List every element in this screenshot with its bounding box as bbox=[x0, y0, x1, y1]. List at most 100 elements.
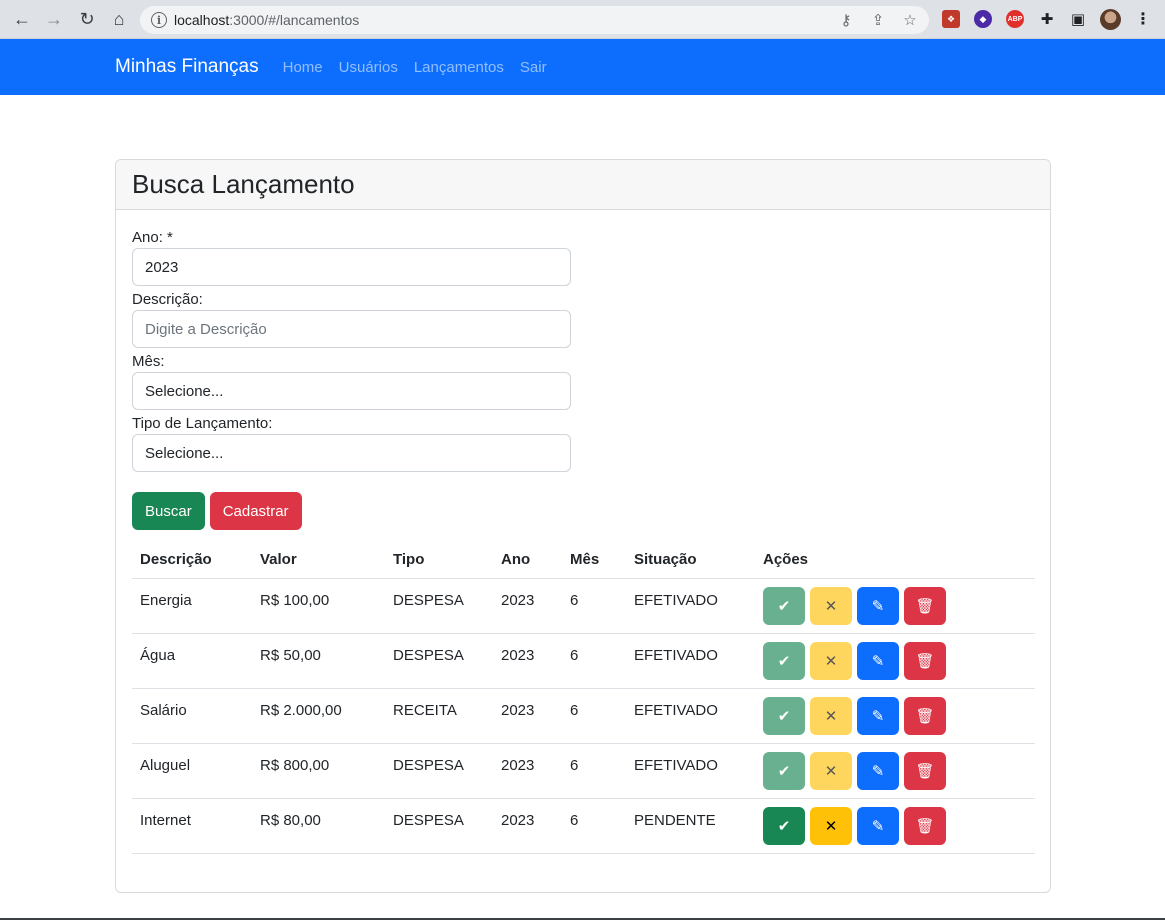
nav-lancamentos[interactable]: Lançamentos bbox=[414, 59, 504, 76]
star-icon[interactable]: ☆ bbox=[901, 11, 919, 29]
cell-descricao: Água bbox=[132, 633, 252, 689]
url-text: localhost:3000/#/lancamentos bbox=[174, 12, 360, 28]
delete-trash-icon[interactable]: 🗑 bbox=[904, 696, 946, 735]
cell-tipo: DESPESA bbox=[385, 798, 493, 854]
th-valor: Valor bbox=[252, 541, 385, 579]
delete-trash-icon[interactable]: 🗑 bbox=[904, 586, 946, 625]
nav-sair[interactable]: Sair bbox=[520, 59, 547, 76]
key-icon[interactable]: ⚷ bbox=[837, 11, 855, 29]
row-actions: ✔ ✕ ✎ 🗑 bbox=[763, 751, 946, 790]
profile-avatar[interactable] bbox=[1100, 9, 1121, 30]
th-descricao: Descrição bbox=[132, 541, 252, 579]
row-actions: ✔ ✕ ✎ 🗑 bbox=[763, 696, 946, 735]
tipo-group: Tipo de Lançamento: Selecione... bbox=[132, 414, 1034, 472]
extension-badge-icon[interactable]: ◆ bbox=[974, 10, 992, 28]
mes-select-value: Selecione... bbox=[145, 382, 224, 400]
cell-mes: 6 bbox=[562, 578, 626, 634]
cell-descricao: Salário bbox=[132, 688, 252, 744]
cancelar-x-icon[interactable]: ✕ bbox=[810, 641, 852, 680]
mes-label: Mês: bbox=[132, 353, 165, 370]
edit-pencil-icon[interactable]: ✎ bbox=[857, 586, 899, 625]
card-header: Busca Lançamento bbox=[116, 160, 1050, 210]
extension-icon[interactable]: ❖ bbox=[942, 10, 960, 28]
cell-valor: R$ 80,00 bbox=[252, 798, 385, 854]
mes-group: Mês: Selecione... bbox=[132, 352, 1034, 410]
th-tipo: Tipo bbox=[385, 541, 493, 579]
descricao-input[interactable] bbox=[132, 310, 571, 348]
buscar-button[interactable]: Buscar bbox=[132, 492, 205, 530]
row-actions: ✔ ✕ ✎ 🗑 bbox=[763, 641, 946, 680]
nav-usuarios[interactable]: Usuários bbox=[339, 59, 398, 76]
cell-ano: 2023 bbox=[493, 578, 562, 634]
tipo-label: Tipo de Lançamento: bbox=[132, 415, 273, 432]
cell-valor: R$ 50,00 bbox=[252, 633, 385, 689]
home-icon[interactable]: ⌂ bbox=[108, 8, 130, 30]
cell-situacao: EFETIVADO bbox=[626, 578, 755, 634]
cancelar-x-icon[interactable]: ✕ bbox=[810, 751, 852, 790]
brand[interactable]: Minhas Finanças bbox=[115, 56, 259, 78]
cell-mes: 6 bbox=[562, 798, 626, 854]
forward-arrow-icon[interactable]: → bbox=[43, 8, 65, 30]
cancelar-x-icon[interactable]: ✕ bbox=[810, 806, 852, 845]
cell-mes: 6 bbox=[562, 688, 626, 744]
extensions-puzzle-icon[interactable]: ✚ bbox=[1038, 10, 1056, 28]
reload-icon[interactable]: ↻ bbox=[76, 8, 98, 30]
card-title: Busca Lançamento bbox=[132, 169, 355, 199]
table-row: Internet R$ 80,00 DESPESA 2023 6 PENDENTE ✔ ✕ ✎ 🗑 bbox=[132, 798, 1035, 854]
tipo-select-value: Selecione... bbox=[145, 444, 224, 462]
share-icon[interactable]: ⇪ bbox=[869, 11, 887, 29]
cell-situacao: EFETIVADO bbox=[626, 633, 755, 689]
edit-pencil-icon[interactable]: ✎ bbox=[857, 751, 899, 790]
cell-tipo: DESPESA bbox=[385, 578, 493, 634]
nav-links: Home Usuários Lançamentos Sair bbox=[283, 59, 547, 76]
row-actions: ✔ ✕ ✎ 🗑 bbox=[763, 806, 946, 845]
delete-trash-icon[interactable]: 🗑 bbox=[904, 751, 946, 790]
ano-label: Ano: * bbox=[132, 229, 173, 246]
browser-toolbar: ← → ↻ ⌂ i localhost:3000/#/lancamentos ⚷… bbox=[0, 0, 1165, 39]
cell-acoes: ✔ ✕ ✎ 🗑 bbox=[755, 633, 1035, 689]
cancelar-x-icon[interactable]: ✕ bbox=[810, 696, 852, 735]
menu-kebab-icon[interactable]: ⋮ bbox=[1134, 10, 1152, 28]
efetivar-check-icon[interactable]: ✔ bbox=[763, 696, 805, 735]
delete-trash-icon[interactable]: 🗑 bbox=[904, 806, 946, 845]
th-ano: Ano bbox=[493, 541, 562, 579]
efetivar-check-icon[interactable]: ✔ bbox=[763, 586, 805, 625]
table-header-row: Descrição Valor Tipo Ano Mês Situação Aç… bbox=[132, 541, 1035, 579]
cell-ano: 2023 bbox=[493, 798, 562, 854]
cell-tipo: DESPESA bbox=[385, 633, 493, 689]
site-info-icon[interactable]: i bbox=[151, 12, 167, 28]
cell-acoes: ✔ ✕ ✎ 🗑 bbox=[755, 743, 1035, 799]
efetivar-check-icon[interactable]: ✔ bbox=[763, 751, 805, 790]
adblock-icon[interactable]: ABP bbox=[1006, 10, 1024, 28]
cell-mes: 6 bbox=[562, 633, 626, 689]
efetivar-check-icon[interactable]: ✔ bbox=[763, 806, 805, 845]
delete-trash-icon[interactable]: 🗑 bbox=[904, 641, 946, 680]
sidebar-icon[interactable]: ▣ bbox=[1069, 10, 1087, 28]
ano-input[interactable] bbox=[132, 248, 571, 286]
cadastrar-button[interactable]: Cadastrar bbox=[209, 492, 302, 530]
table-row: Energia R$ 100,00 DESPESA 2023 6 EFETIVADO ✔ ✕ ✎… bbox=[132, 578, 1035, 634]
table-row: Aluguel R$ 800,00 DESPESA 2023 6 EFETIVADO ✔ ✕ ✎… bbox=[132, 743, 1035, 799]
back-arrow-icon[interactable]: ← bbox=[11, 8, 33, 30]
form-buttons: Buscar Cadastrar bbox=[132, 492, 1034, 530]
cell-acoes: ✔ ✕ ✎ 🗑 bbox=[755, 688, 1035, 744]
cell-valor: R$ 100,00 bbox=[252, 578, 385, 634]
address-bar[interactable]: i localhost:3000/#/lancamentos ⚷ ⇪ ☆ bbox=[140, 6, 929, 34]
edit-pencil-icon[interactable]: ✎ bbox=[857, 806, 899, 845]
table-row: Água R$ 50,00 DESPESA 2023 6 EFETIVADO ✔ ✕ ✎ 🗑 bbox=[132, 633, 1035, 689]
cancelar-x-icon[interactable]: ✕ bbox=[810, 586, 852, 625]
descricao-label: Descrição: bbox=[132, 291, 203, 308]
edit-pencil-icon[interactable]: ✎ bbox=[857, 641, 899, 680]
cell-situacao: EFETIVADO bbox=[626, 743, 755, 799]
cell-descricao: Aluguel bbox=[132, 743, 252, 799]
cell-mes: 6 bbox=[562, 743, 626, 799]
cell-ano: 2023 bbox=[493, 688, 562, 744]
card-body: Ano: * Descrição: Mês: Selecione... Tipo… bbox=[116, 210, 1050, 854]
nav-home[interactable]: Home bbox=[283, 59, 323, 76]
efetivar-check-icon[interactable]: ✔ bbox=[763, 641, 805, 680]
cell-acoes: ✔ ✕ ✎ 🗑 bbox=[755, 578, 1035, 634]
cell-descricao: Internet bbox=[132, 798, 252, 854]
mes-select[interactable]: Selecione... bbox=[132, 372, 571, 410]
edit-pencil-icon[interactable]: ✎ bbox=[857, 696, 899, 735]
tipo-select[interactable]: Selecione... bbox=[132, 434, 571, 472]
